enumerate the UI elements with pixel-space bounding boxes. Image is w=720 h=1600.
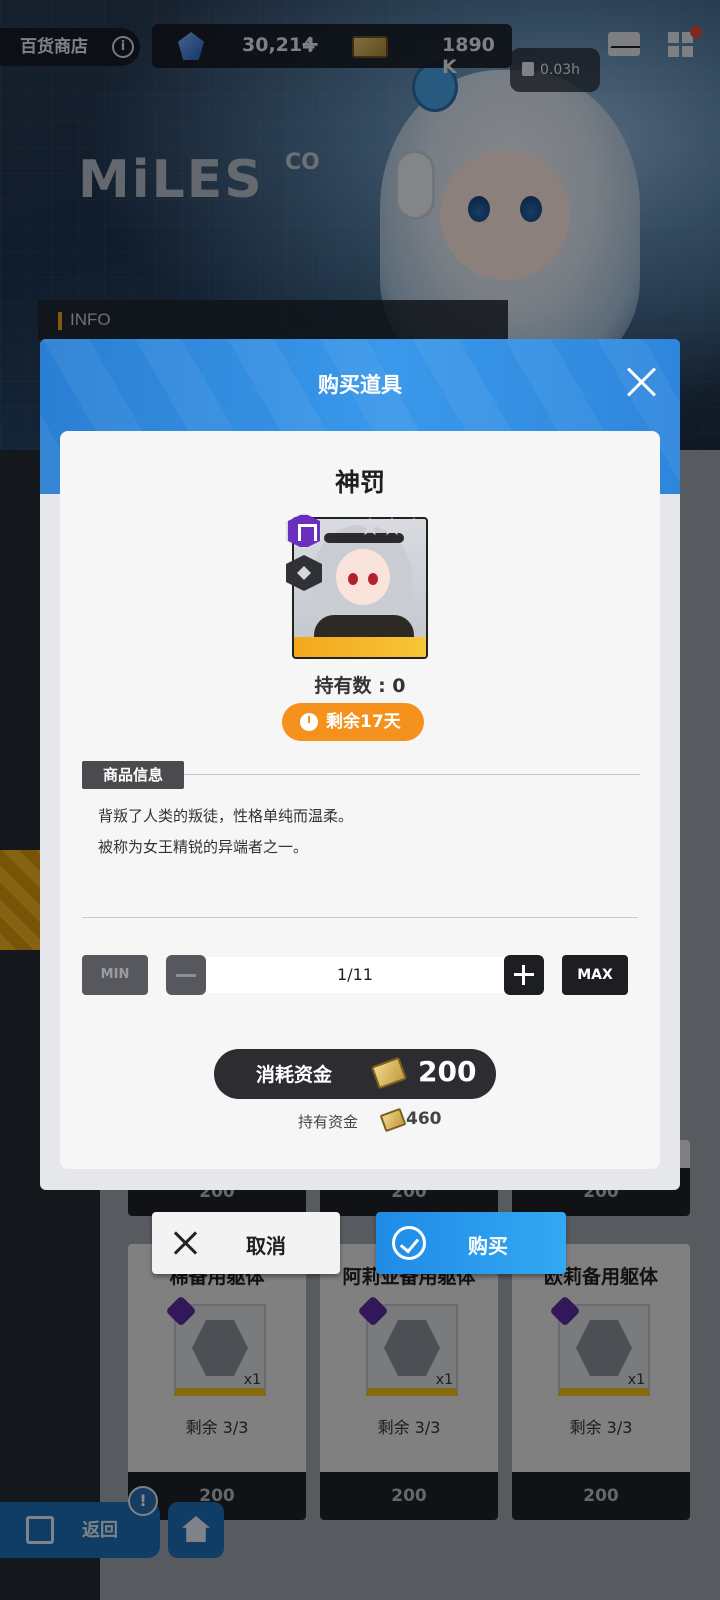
max-button[interactable]: MAX [562, 955, 628, 995]
rarity-bar [294, 637, 426, 657]
close-icon[interactable] [622, 361, 662, 401]
star-rating [360, 517, 426, 537]
funds-icon [379, 1107, 407, 1133]
description-line: 背叛了人类的叛徒，性格单纯而温柔。 [98, 807, 354, 825]
quantity-display[interactable]: 1/11 [206, 957, 504, 993]
clock-icon [300, 713, 318, 731]
dialog-content: 神罚 持有数 : 0 剩余17天 商品信息 背叛了人类的叛徒，性格单纯而温柔。 … [60, 431, 660, 1169]
quantity-stepper: MIN 1/11 MAX [82, 955, 638, 997]
close-icon [172, 1230, 198, 1256]
cancel-button[interactable]: 取消 [152, 1212, 340, 1274]
owned-funds-label: 持有资金 [298, 1113, 359, 1131]
item-info-tag: 商品信息 [82, 761, 184, 789]
description-line: 被称为女王精锐的异端者之一。 [98, 838, 309, 856]
funds-icon [370, 1056, 408, 1090]
info-divider [184, 774, 640, 775]
item-description: 背叛了人类的叛徒，性格单纯而温柔。 被称为女王精锐的异端者之一。 [98, 801, 618, 863]
purchase-dialog: 购买道具 神罚 持有数 : 0 剩余17天 商品信息 背叛了人类的叛徒，性格单纯… [40, 339, 680, 1190]
dialog-title: 购买道具 [318, 373, 402, 397]
buy-button[interactable]: 购买 [376, 1212, 566, 1274]
plus-icon[interactable] [504, 955, 544, 995]
cancel-button-label: 取消 [246, 1234, 286, 1258]
minus-icon[interactable] [166, 955, 206, 995]
check-circle-icon [392, 1226, 426, 1260]
cost-value: 200 [418, 1055, 477, 1088]
buy-button-label: 购买 [468, 1234, 508, 1258]
cost-display: 消耗资金 200 [214, 1049, 496, 1099]
section-divider [82, 917, 638, 918]
min-button[interactable]: MIN [82, 955, 148, 995]
owned-count: 持有数 : 0 [314, 675, 406, 697]
time-remaining-label: 剩余17天 [326, 712, 401, 732]
cost-label: 消耗资金 [256, 1064, 333, 1086]
owned-funds-value: 460 [406, 1109, 442, 1129]
item-name: 神罚 [334, 468, 385, 497]
owned-funds: 持有资金 460 [60, 1107, 660, 1135]
time-remaining-badge: 剩余17天 [282, 703, 424, 741]
